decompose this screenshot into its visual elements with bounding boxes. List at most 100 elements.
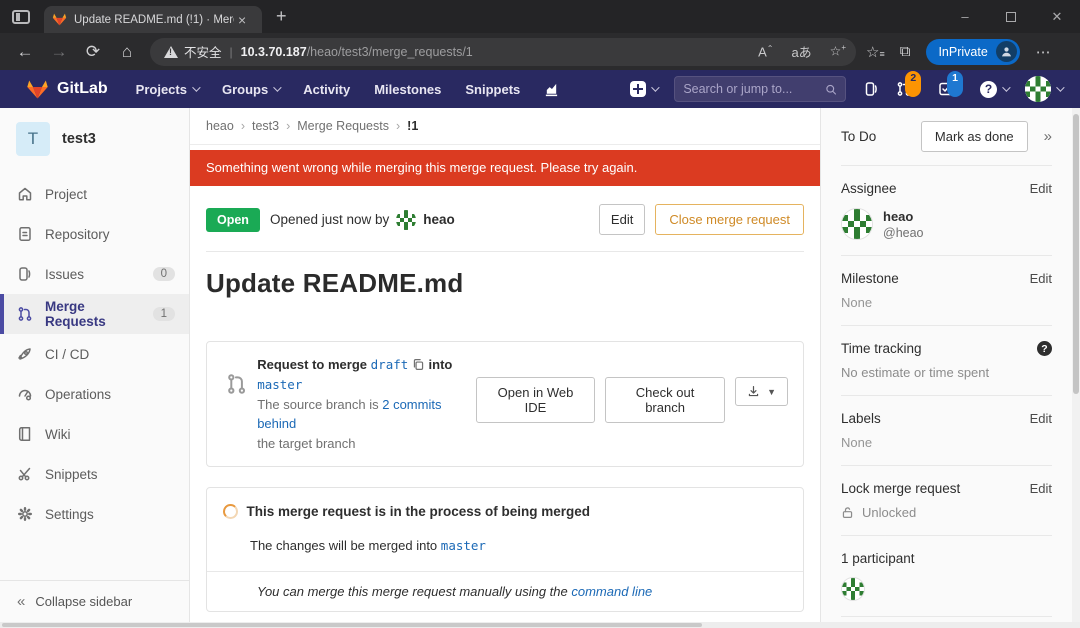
- breadcrumb-current: !1: [407, 119, 419, 133]
- rocket-icon: [18, 348, 31, 360]
- horizontal-scrollbar-thumb[interactable]: [2, 623, 702, 627]
- issues-icon: [19, 267, 31, 281]
- home-button[interactable]: ⌂: [110, 42, 144, 62]
- open-web-ide-button[interactable]: Open in Web IDE: [475, 377, 596, 423]
- time-tracking-section: Time tracking ? No estimate or time spen…: [841, 326, 1052, 396]
- gitlab-logo-icon: [27, 80, 48, 98]
- download-dropdown-button[interactable]: ▼: [735, 377, 788, 406]
- address-bar[interactable]: 不安全 | 10.3.70.187 /heao/test3/merge_requ…: [150, 37, 856, 66]
- translate-icon[interactable]: aあ: [791, 42, 811, 61]
- edit-button[interactable]: Edit: [598, 204, 646, 235]
- milestone-section: Milestone Edit None: [841, 256, 1052, 326]
- merge-requests-nav-button[interactable]: 2: [896, 71, 922, 97]
- chart-icon[interactable]: [544, 82, 559, 97]
- project-context[interactable]: T test3: [0, 108, 189, 174]
- mr-count-badge: 2: [905, 71, 922, 97]
- status-badge: Open: [206, 207, 260, 232]
- nav-snippets[interactable]: Snippets: [465, 82, 520, 97]
- back-button[interactable]: ←: [8, 42, 42, 62]
- breadcrumb-heao[interactable]: heao: [206, 119, 234, 133]
- issues-nav-icon[interactable]: [863, 81, 879, 97]
- sidebar-item-issues[interactable]: Issues 0: [0, 254, 189, 294]
- sidebar-item-merge-requests[interactable]: Merge Requests 1: [0, 294, 189, 334]
- todos-nav-button[interactable]: 1: [938, 71, 963, 97]
- target-branch-link[interactable]: master: [441, 538, 486, 553]
- todo-count-badge: 1: [947, 71, 963, 97]
- nav-milestones[interactable]: Milestones: [374, 82, 441, 97]
- request-to-merge-label: Request to merge: [257, 357, 368, 372]
- breadcrumb-merge-requests[interactable]: Merge Requests: [297, 119, 389, 133]
- sidebar-item-operations[interactable]: Operations: [0, 374, 189, 414]
- browser-menu-icon[interactable]: ⋯: [1036, 43, 1052, 61]
- sidebar-item-wiki[interactable]: Wiki: [0, 414, 189, 454]
- lock-edit-link[interactable]: Edit: [1030, 481, 1052, 496]
- command-line-link[interactable]: command line: [571, 584, 652, 599]
- mr-header: Open Opened just now by heao Edit Close …: [206, 204, 804, 252]
- unlock-icon: [842, 507, 853, 518]
- mark-as-done-button[interactable]: Mark as done: [920, 121, 1028, 152]
- nav-groups[interactable]: Groups: [222, 82, 282, 97]
- nav-projects[interactable]: Projects: [136, 82, 201, 97]
- author-avatar[interactable]: [396, 209, 417, 230]
- collapse-sidebar-button[interactable]: « Collapse sidebar: [0, 580, 189, 622]
- collapse-right-sidebar-icon[interactable]: »: [1044, 128, 1052, 145]
- labels-edit-link[interactable]: Edit: [1030, 411, 1052, 426]
- copy-branch-icon[interactable]: [412, 358, 425, 371]
- browser-tab[interactable]: Update README.md (!1) · Merge ×: [44, 6, 262, 33]
- merge-request-icon: [18, 307, 32, 321]
- collections-icon[interactable]: ⧉: [900, 43, 911, 60]
- profile-avatar: [995, 41, 1017, 62]
- assignee-edit-link[interactable]: Edit: [1030, 181, 1052, 196]
- search-input[interactable]: [683, 82, 826, 96]
- merge-status-widget: This merge request is in the process of …: [206, 487, 804, 612]
- project-sidebar: T test3 Project Repository Issues 0 Merg…: [0, 108, 190, 628]
- sidebar-item-project[interactable]: Project: [0, 174, 189, 214]
- sidebar-item-cicd[interactable]: CI / CD: [0, 334, 189, 374]
- inprivate-badge[interactable]: InPrivate: [926, 38, 1020, 65]
- tab-title: Update README.md (!1) · Merge: [74, 13, 234, 26]
- time-tracking-help-icon[interactable]: ?: [1037, 341, 1052, 356]
- tab-close-icon[interactable]: ×: [238, 12, 246, 28]
- nav-activity[interactable]: Activity: [303, 82, 350, 97]
- byline-text: Opened just now by: [269, 212, 390, 227]
- vertical-scrollbar-thumb[interactable]: [1073, 114, 1079, 394]
- tab-actions-icon[interactable]: [12, 9, 30, 24]
- favorites-bar-icon[interactable]: ☆≡: [866, 43, 885, 61]
- close-window-button[interactable]: ✕: [1034, 0, 1080, 33]
- help-menu-button[interactable]: ?: [980, 80, 1011, 98]
- close-merge-request-button[interactable]: Close merge request: [655, 204, 804, 235]
- assignee-avatar[interactable]: [841, 208, 873, 240]
- operations-icon: [18, 389, 32, 401]
- assignee-name[interactable]: heao: [883, 209, 924, 224]
- sidebar-item-settings[interactable]: Settings: [0, 494, 189, 534]
- merge-request-icon: [228, 374, 246, 394]
- author-name[interactable]: heao: [423, 212, 455, 227]
- gitlab-brand[interactable]: GitLab: [26, 78, 108, 101]
- participant-avatar[interactable]: [841, 577, 865, 601]
- read-aloud-icon[interactable]: A⌃: [758, 44, 773, 59]
- gitlab-favicon-icon: [52, 13, 67, 26]
- minimize-button[interactable]: –: [942, 0, 988, 33]
- labels-section: Labels Edit None: [841, 396, 1052, 466]
- search-box[interactable]: [674, 76, 847, 102]
- sidebar-item-repository[interactable]: Repository: [0, 214, 189, 254]
- maximize-button[interactable]: [988, 0, 1034, 33]
- refresh-button[interactable]: ⟳: [76, 42, 110, 62]
- new-tab-button[interactable]: +: [276, 6, 287, 27]
- source-branch-link[interactable]: draft: [371, 357, 409, 372]
- main-content: heao › test3 › Merge Requests › !1 Somethin…: [190, 108, 820, 628]
- merge-target-text: The changes will be merged into: [250, 538, 438, 553]
- user-menu-button[interactable]: [1025, 76, 1065, 102]
- milestone-edit-link[interactable]: Edit: [1030, 271, 1052, 286]
- merge-request-widget: Request to merge draft into master The s…: [206, 341, 804, 467]
- user-avatar: [1025, 76, 1051, 102]
- forward-button[interactable]: →: [42, 42, 76, 62]
- target-branch-link[interactable]: master: [257, 377, 302, 392]
- url-path: /heao/test3/merge_requests/1: [306, 44, 473, 59]
- issuable-sidebar: To Do Mark as done » Assignee Edit heao …: [820, 108, 1072, 628]
- sidebar-item-snippets[interactable]: Snippets: [0, 454, 189, 494]
- checkout-branch-button[interactable]: Check out branch: [605, 377, 726, 423]
- add-favorite-icon[interactable]: ☆+: [830, 43, 846, 59]
- new-menu-button[interactable]: [630, 81, 660, 97]
- breadcrumb-test3[interactable]: test3: [252, 119, 279, 133]
